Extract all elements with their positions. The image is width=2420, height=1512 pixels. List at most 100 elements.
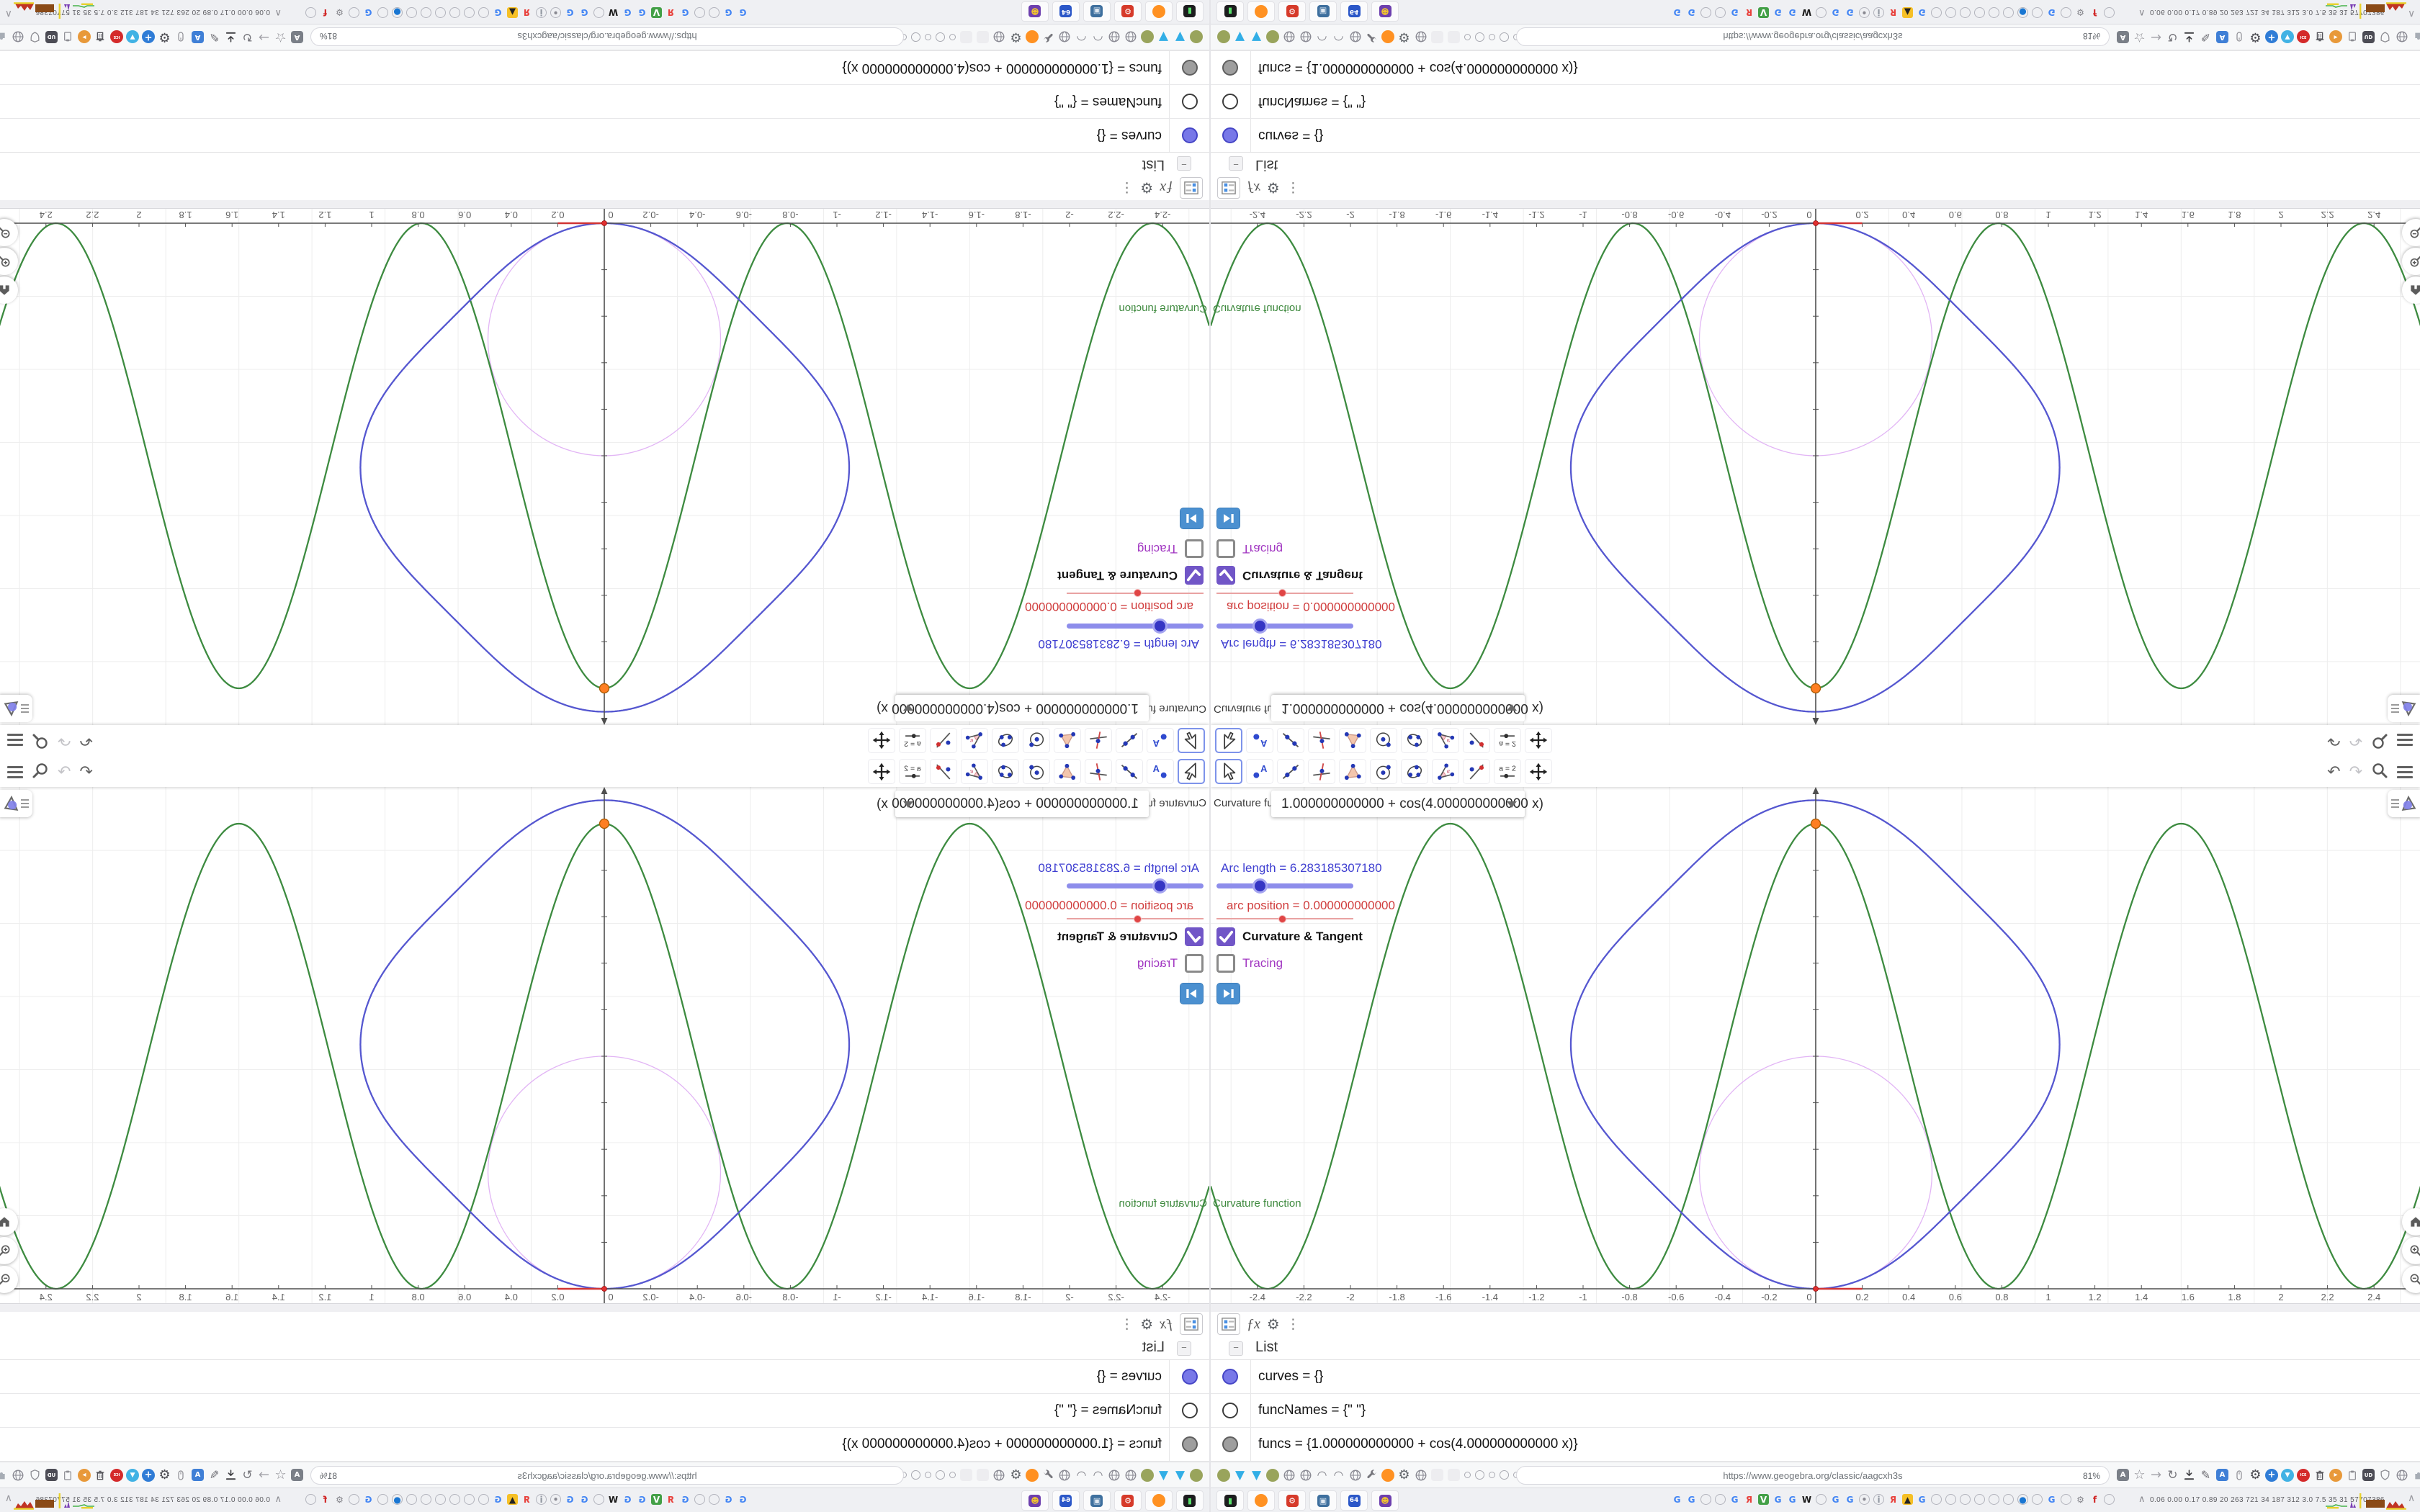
favicon-tab[interactable] (1974, 1494, 1985, 1505)
favicon-tab[interactable]: G (579, 1494, 590, 1505)
algebra-row-funcs[interactable]: funcs = {1.000000000000 + cos(4.00000000… (1211, 50, 2420, 84)
algebra-row-funcnames[interactable]: funcNames = {" "} (0, 84, 1209, 118)
globe-icon[interactable] (2394, 29, 2409, 45)
headset-icon[interactable]: ◠ (1074, 29, 1089, 45)
slider-tool[interactable]: a = 2 (899, 728, 926, 753)
globe-icon[interactable] (11, 29, 26, 45)
graphics-view[interactable]: -2.4 -2.2 -2 -1.8 -1.6 -1.4 -1.2 -1 -0.8 -0.6 -0.4… (0, 787, 1209, 1303)
fx-icon[interactable]: ƒx (1247, 1316, 1260, 1333)
geogebra-logo-flap[interactable] (0, 790, 32, 817)
gem-icon[interactable]: ▼ (1249, 1467, 1264, 1483)
favicon-tab[interactable]: G (1773, 1494, 1783, 1505)
corner-expand-icon[interactable]: ∧ (2408, 8, 2415, 19)
pen-icon[interactable]: ✎ (2198, 1467, 2213, 1483)
favicon-tab[interactable]: G (2046, 1494, 2057, 1505)
headset-icon[interactable]: ◠ (1090, 29, 1106, 45)
favicon-tab[interactable]: G (622, 7, 633, 18)
tab-firefox-icon[interactable] (1152, 5, 1165, 18)
url-bar[interactable]: https://www.geogebra.org/classic/aagcxh3… (310, 1466, 904, 1485)
tab-owl-icon[interactable]: ☻ (1379, 1494, 1392, 1507)
favicon-tab[interactable] (1960, 1494, 1971, 1505)
favicon-tab[interactable] (449, 1494, 460, 1505)
olive-dot-icon[interactable] (1217, 1468, 1230, 1482)
ghost-square-icon[interactable] (977, 1469, 989, 1481)
firefox-icon[interactable] (1381, 30, 1394, 44)
wrench-icon[interactable] (1364, 1467, 1379, 1483)
point-tool[interactable]: A (1147, 759, 1174, 784)
clipboard-icon[interactable] (2344, 1467, 2360, 1483)
favicon-tab[interactable]: ● (392, 1494, 403, 1505)
favicon-tab[interactable]: V (651, 7, 662, 18)
ghost-square-icon[interactable] (960, 31, 972, 43)
favicon-tab[interactable]: G (680, 1494, 691, 1505)
gear-icon[interactable]: ⚙ (1008, 1467, 1023, 1483)
globe-icon[interactable] (1124, 29, 1139, 45)
trash-icon[interactable] (93, 1467, 108, 1483)
favicon-tab[interactable]: G (1729, 1494, 1740, 1505)
perpendicular-tool[interactable] (1085, 728, 1112, 753)
favicon-tab[interactable]: G (363, 7, 374, 18)
reload-icon[interactable]: ↻ (240, 1467, 255, 1483)
arc-length-slider-knob[interactable] (1252, 618, 1268, 634)
line-tool[interactable] (1277, 759, 1304, 784)
wrench-icon[interactable] (1364, 29, 1379, 45)
menu-icon[interactable] (7, 763, 23, 781)
visibility-marble[interactable] (1222, 1436, 1238, 1452)
favicon-tab[interactable] (406, 1494, 417, 1505)
page-zoom-indicator[interactable]: 81% (320, 31, 337, 41)
favicon-tab[interactable]: G (1830, 7, 1841, 18)
favicon-tab[interactable]: i (1873, 7, 1884, 18)
tab-capture[interactable]: ▣ (1309, 1, 1337, 22)
star-icon[interactable]: ☆ (2132, 1467, 2147, 1483)
dot-ring-icon[interactable] (911, 32, 920, 42)
globe-icon[interactable] (992, 1467, 1007, 1483)
tab-capture[interactable]: ▣ (1083, 1, 1111, 22)
clipboard-icon[interactable] (60, 1467, 76, 1483)
download-icon[interactable] (2182, 1467, 2197, 1483)
tab-extension[interactable]: ⚙ (1114, 1490, 1142, 1511)
wrench-icon[interactable] (1041, 29, 1056, 45)
globe-icon[interactable] (2394, 1467, 2409, 1483)
gem-icon[interactable]: ▼ (1232, 29, 1247, 45)
reader-icon[interactable]: A (2117, 31, 2129, 43)
clipboard-icon[interactable] (60, 29, 76, 45)
step-play-button[interactable] (1180, 508, 1204, 529)
redo-icon[interactable]: ↷ (2349, 732, 2362, 750)
forward-arrow-icon[interactable]: → (256, 1467, 272, 1483)
star-icon[interactable]: ☆ (2132, 29, 2147, 45)
slider-tool[interactable]: a = 2 (1494, 728, 1521, 753)
download-icon[interactable] (223, 29, 238, 45)
favicon-tab[interactable] (1974, 7, 1985, 18)
geogebra-logo-flap[interactable] (2388, 790, 2420, 817)
visibility-marble[interactable] (1222, 1369, 1238, 1385)
headset-icon[interactable]: ◠ (1090, 1467, 1106, 1483)
tab-console-icon[interactable]: ▮ (1183, 5, 1196, 18)
arc-length-slider[interactable] (1067, 618, 1204, 634)
favicon-tab[interactable]: ⚙ (2075, 1494, 2086, 1505)
favicon-tab[interactable]: G (1845, 7, 1855, 18)
monitor-expand-icon[interactable]: ∧ (2138, 1494, 2146, 1505)
tab-firefox[interactable] (1247, 1, 1275, 22)
reader-icon[interactable]: A (291, 1469, 303, 1481)
search-icon[interactable] (2371, 730, 2388, 751)
undo-icon[interactable]: ↶ (2327, 763, 2340, 781)
favicon-tab[interactable] (1945, 1494, 1956, 1505)
dot-ring-icon[interactable] (1464, 1472, 1471, 1478)
shield-icon[interactable] (2378, 1467, 2393, 1483)
curvature-tangent-checkbox[interactable] (1185, 927, 1204, 946)
reload-icon[interactable]: ↻ (2165, 29, 2180, 45)
tab-owl[interactable]: ☻ (1021, 1, 1049, 22)
favicon-tab[interactable]: W (1801, 7, 1812, 18)
tab-owl[interactable]: ☻ (1021, 1490, 1049, 1511)
favicon-tab[interactable] (709, 7, 720, 18)
fx-icon[interactable]: ƒx (1160, 1316, 1173, 1333)
favicon-tab[interactable]: G (637, 7, 647, 18)
favicon-tab[interactable] (1816, 7, 1827, 18)
settings-gear-icon[interactable]: ⚙ (1140, 1315, 1153, 1333)
home-button[interactable] (2402, 276, 2420, 304)
favicon-tab[interactable]: G (680, 7, 691, 18)
mouse-icon[interactable] (2231, 29, 2246, 45)
fn-picker-dropdown[interactable]: 1.000000000000 + cos(4.000000000000 x) (877, 695, 1149, 721)
tab-firefox-icon[interactable] (1152, 1494, 1165, 1507)
favicon-tab[interactable] (349, 7, 359, 18)
